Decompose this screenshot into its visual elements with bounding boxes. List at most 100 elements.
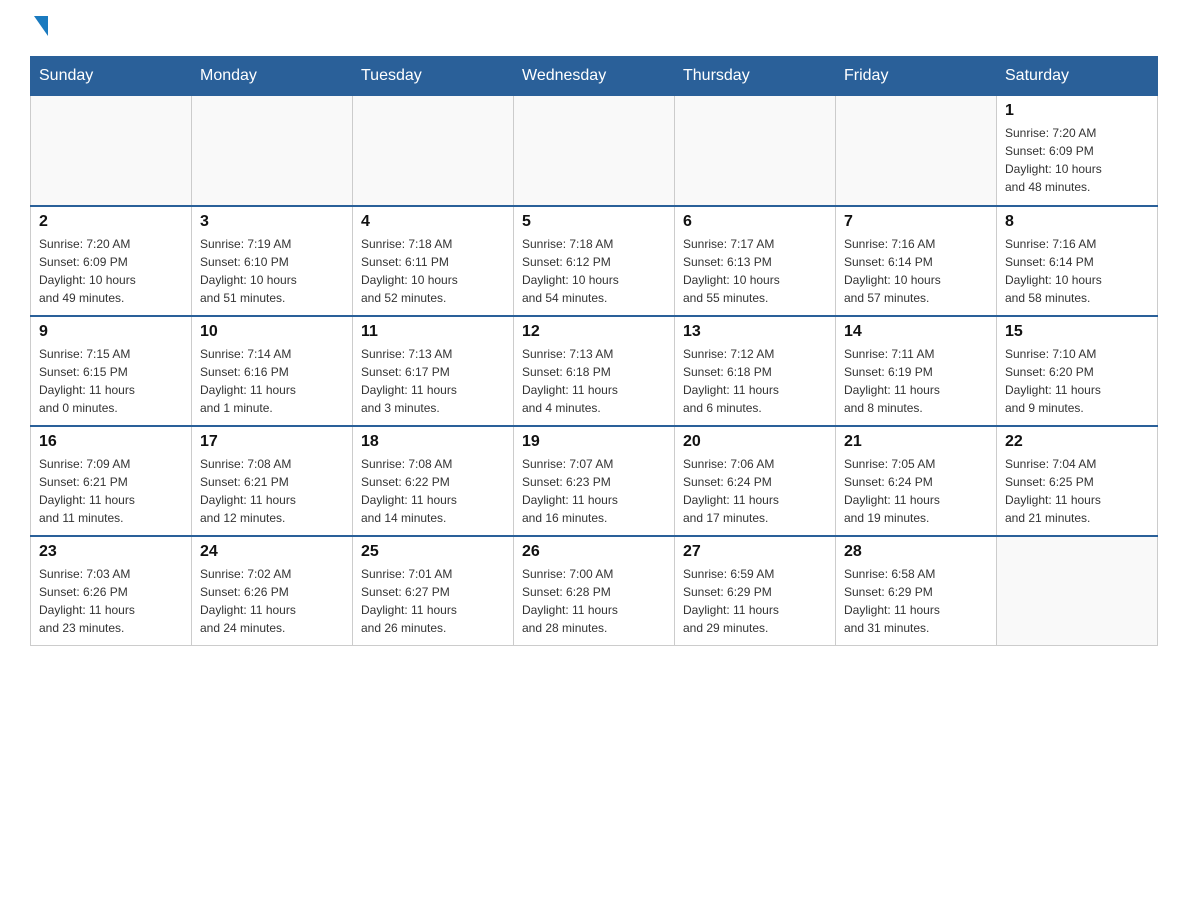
- calendar-cell: 3 Sunrise: 7:19 AMSunset: 6:10 PMDaylight…: [192, 206, 353, 316]
- calendar-cell: 26Sunrise: 7:00 AMSunset: 6:28 PMDayligh…: [514, 536, 675, 646]
- day-number: 14: [844, 323, 988, 341]
- calendar-cell: 15 Sunrise: 7:10 AMSunset: 6:20 PMDayligh…: [997, 316, 1158, 426]
- calendar-cell: [31, 96, 192, 206]
- calendar-cell: [675, 96, 836, 206]
- day-number: 7: [844, 213, 988, 231]
- day-info: Sunrise: 7:04 AMSunset: 6:25 PMDaylight:…: [1005, 455, 1149, 527]
- calendar-cell: 27 Sunrise: 6:59 AMSunset: 6:29 PMDayligh…: [675, 536, 836, 646]
- day-number: 1: [1005, 102, 1149, 120]
- day-header-friday: Friday: [836, 57, 997, 96]
- day-number: 19: [522, 433, 666, 451]
- calendar-cell: 4 Sunrise: 7:18 AMSunset: 6:11 PMDaylight…: [353, 206, 514, 316]
- day-info: Sunrise: 7:09 AMSunset: 6:21 PMDaylight:…: [39, 455, 183, 527]
- calendar-week-row: 23 Sunrise: 7:03 AMSunset: 6:26 PMDayligh…: [31, 536, 1158, 646]
- calendar-cell: 8 Sunrise: 7:16 AMSunset: 6:14 PMDaylight…: [997, 206, 1158, 316]
- day-info: Sunrise: 7:08 AMSunset: 6:22 PMDaylight:…: [361, 455, 505, 527]
- day-info: Sunrise: 7:18 AMSunset: 6:12 PMDaylight:…: [522, 235, 666, 307]
- calendar-cell: 6 Sunrise: 7:17 AMSunset: 6:13 PMDaylight…: [675, 206, 836, 316]
- calendar-cell: 20 Sunrise: 7:06 AMSunset: 6:24 PMDayligh…: [675, 426, 836, 536]
- calendar-cell: 2 Sunrise: 7:20 AMSunset: 6:09 PMDaylight…: [31, 206, 192, 316]
- day-number: 22: [1005, 433, 1149, 451]
- day-header-sunday: Sunday: [31, 57, 192, 96]
- day-number: 24: [200, 543, 344, 561]
- day-number: 16: [39, 433, 183, 451]
- day-info: Sunrise: 7:20 AMSunset: 6:09 PMDaylight:…: [39, 235, 183, 307]
- day-number: 10: [200, 323, 344, 341]
- calendar-cell: 28 Sunrise: 6:58 AMSunset: 6:29 PMDayligh…: [836, 536, 997, 646]
- calendar-cell: 18 Sunrise: 7:08 AMSunset: 6:22 PMDayligh…: [353, 426, 514, 536]
- calendar-cell: [192, 96, 353, 206]
- calendar-cell: 17 Sunrise: 7:08 AMSunset: 6:21 PMDayligh…: [192, 426, 353, 536]
- day-info: Sunrise: 7:08 AMSunset: 6:21 PMDaylight:…: [200, 455, 344, 527]
- day-info: Sunrise: 7:18 AMSunset: 6:11 PMDaylight:…: [361, 235, 505, 307]
- day-number: 13: [683, 323, 827, 341]
- day-number: 5: [522, 213, 666, 231]
- day-info: Sunrise: 6:59 AMSunset: 6:29 PMDaylight:…: [683, 565, 827, 637]
- day-info: Sunrise: 7:19 AMSunset: 6:10 PMDaylight:…: [200, 235, 344, 307]
- calendar-table: SundayMondayTuesdayWednesdayThursdayFrid…: [30, 56, 1158, 646]
- day-info: Sunrise: 7:16 AMSunset: 6:14 PMDaylight:…: [844, 235, 988, 307]
- day-info: Sunrise: 6:58 AMSunset: 6:29 PMDaylight:…: [844, 565, 988, 637]
- calendar-cell: 14 Sunrise: 7:11 AMSunset: 6:19 PMDayligh…: [836, 316, 997, 426]
- calendar-week-row: 9 Sunrise: 7:15 AMSunset: 6:15 PMDaylight…: [31, 316, 1158, 426]
- calendar-week-row: 2 Sunrise: 7:20 AMSunset: 6:09 PMDaylight…: [31, 206, 1158, 316]
- calendar-cell: [836, 96, 997, 206]
- day-info: Sunrise: 7:12 AMSunset: 6:18 PMDaylight:…: [683, 345, 827, 417]
- day-info: Sunrise: 7:11 AMSunset: 6:19 PMDaylight:…: [844, 345, 988, 417]
- calendar-cell: [353, 96, 514, 206]
- day-number: 17: [200, 433, 344, 451]
- calendar-cell: 21Sunrise: 7:05 AMSunset: 6:24 PMDayligh…: [836, 426, 997, 536]
- day-number: 11: [361, 323, 505, 341]
- day-info: Sunrise: 7:16 AMSunset: 6:14 PMDaylight:…: [1005, 235, 1149, 307]
- day-number: 3: [200, 213, 344, 231]
- calendar-cell: [997, 536, 1158, 646]
- day-info: Sunrise: 7:00 AMSunset: 6:28 PMDaylight:…: [522, 565, 666, 637]
- day-info: Sunrise: 7:15 AMSunset: 6:15 PMDaylight:…: [39, 345, 183, 417]
- day-header-thursday: Thursday: [675, 57, 836, 96]
- calendar-cell: 24 Sunrise: 7:02 AMSunset: 6:26 PMDayligh…: [192, 536, 353, 646]
- logo-triangle-icon: [34, 16, 48, 36]
- day-number: 18: [361, 433, 505, 451]
- calendar-cell: 5 Sunrise: 7:18 AMSunset: 6:12 PMDaylight…: [514, 206, 675, 316]
- day-info: Sunrise: 7:17 AMSunset: 6:13 PMDaylight:…: [683, 235, 827, 307]
- day-number: 15: [1005, 323, 1149, 341]
- day-number: 8: [1005, 213, 1149, 231]
- calendar-week-row: 1Sunrise: 7:20 AMSunset: 6:09 PMDaylight…: [31, 96, 1158, 206]
- calendar-cell: [514, 96, 675, 206]
- calendar-cell: 16 Sunrise: 7:09 AMSunset: 6:21 PMDayligh…: [31, 426, 192, 536]
- day-info: Sunrise: 7:06 AMSunset: 6:24 PMDaylight:…: [683, 455, 827, 527]
- calendar-cell: 13 Sunrise: 7:12 AMSunset: 6:18 PMDayligh…: [675, 316, 836, 426]
- calendar-cell: 12Sunrise: 7:13 AMSunset: 6:18 PMDayligh…: [514, 316, 675, 426]
- day-number: 28: [844, 543, 988, 561]
- day-header-tuesday: Tuesday: [353, 57, 514, 96]
- calendar-cell: 22 Sunrise: 7:04 AMSunset: 6:25 PMDayligh…: [997, 426, 1158, 536]
- day-header-wednesday: Wednesday: [514, 57, 675, 96]
- day-info: Sunrise: 7:10 AMSunset: 6:20 PMDaylight:…: [1005, 345, 1149, 417]
- calendar-week-row: 16 Sunrise: 7:09 AMSunset: 6:21 PMDayligh…: [31, 426, 1158, 536]
- day-info: Sunrise: 7:02 AMSunset: 6:26 PMDaylight:…: [200, 565, 344, 637]
- calendar-cell: 7 Sunrise: 7:16 AMSunset: 6:14 PMDaylight…: [836, 206, 997, 316]
- day-number: 20: [683, 433, 827, 451]
- day-number: 9: [39, 323, 183, 341]
- day-header-saturday: Saturday: [997, 57, 1158, 96]
- calendar-cell: 9 Sunrise: 7:15 AMSunset: 6:15 PMDaylight…: [31, 316, 192, 426]
- calendar-cell: 10 Sunrise: 7:14 AMSunset: 6:16 PMDayligh…: [192, 316, 353, 426]
- day-number: 27: [683, 543, 827, 561]
- day-number: 23: [39, 543, 183, 561]
- day-info: Sunrise: 7:13 AMSunset: 6:18 PMDaylight:…: [522, 345, 666, 417]
- day-info: Sunrise: 7:13 AMSunset: 6:17 PMDaylight:…: [361, 345, 505, 417]
- calendar-cell: 11 Sunrise: 7:13 AMSunset: 6:17 PMDayligh…: [353, 316, 514, 426]
- logo: [30, 20, 50, 36]
- day-info: Sunrise: 7:14 AMSunset: 6:16 PMDaylight:…: [200, 345, 344, 417]
- page-header: [30, 20, 1158, 36]
- calendar-header-row: SundayMondayTuesdayWednesdayThursdayFrid…: [31, 57, 1158, 96]
- day-number: 4: [361, 213, 505, 231]
- day-info: Sunrise: 7:03 AMSunset: 6:26 PMDaylight:…: [39, 565, 183, 637]
- day-info: Sunrise: 7:01 AMSunset: 6:27 PMDaylight:…: [361, 565, 505, 637]
- day-header-monday: Monday: [192, 57, 353, 96]
- day-number: 21: [844, 433, 988, 451]
- calendar-cell: 19Sunrise: 7:07 AMSunset: 6:23 PMDayligh…: [514, 426, 675, 536]
- calendar-cell: 23 Sunrise: 7:03 AMSunset: 6:26 PMDayligh…: [31, 536, 192, 646]
- day-number: 2: [39, 213, 183, 231]
- day-number: 6: [683, 213, 827, 231]
